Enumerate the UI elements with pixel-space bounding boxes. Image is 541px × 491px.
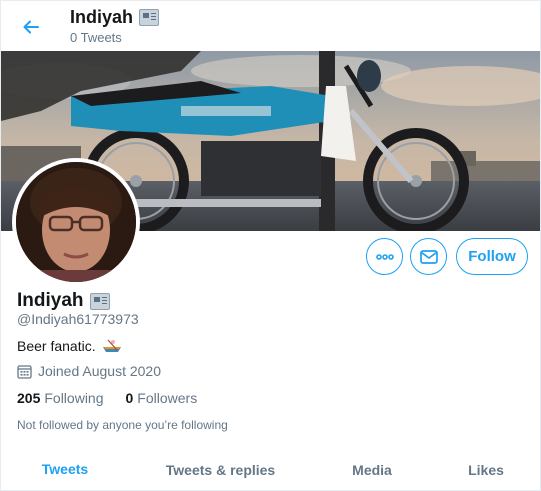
following-count: 205: [17, 390, 41, 406]
not-followed-notice: Not followed by anyone you’re following: [17, 418, 228, 432]
profile-bio: Beer fanatic.: [17, 338, 122, 354]
profile-display-name: Indiyah: [17, 290, 110, 312]
tab-tweets[interactable]: Tweets: [1, 447, 129, 490]
tab-tweets-and-replies[interactable]: Tweets & replies: [129, 447, 312, 490]
message-button[interactable]: [410, 238, 447, 275]
follow-button[interactable]: Follow: [456, 238, 528, 275]
followers-link[interactable]: 0 Followers: [126, 390, 198, 406]
more-options-button[interactable]: [366, 238, 403, 275]
newspaper-emoji-icon: [89, 292, 110, 310]
follow-stats: 205 Following 0 Followers: [17, 390, 197, 406]
profile-header-bar: Indiyah 0 Tweets: [1, 1, 540, 51]
newspaper-emoji-icon: [139, 9, 160, 26]
followers-label: Followers: [137, 390, 198, 406]
profile-avatar[interactable]: [12, 158, 140, 286]
header-display-name: Indiyah: [70, 7, 160, 28]
bio-text: Beer fanatic.: [17, 338, 96, 354]
more-options-icon: [375, 253, 394, 260]
tab-media[interactable]: Media: [312, 447, 432, 490]
tweet-count: 0 Tweets: [70, 30, 122, 45]
profile-handle: @Indiyah61773973: [17, 311, 139, 327]
tab-likes[interactable]: Likes: [432, 447, 540, 490]
rowboat-emoji-icon: [102, 339, 121, 352]
profile-name-text: Indiyah: [17, 290, 84, 311]
followers-count: 0: [125, 390, 134, 406]
back-button[interactable]: [15, 11, 47, 43]
joined-date: Joined August 2020: [17, 363, 161, 379]
calendar-icon: [17, 364, 32, 379]
following-link[interactable]: 205 Following: [17, 390, 104, 406]
back-arrow-icon: [23, 20, 39, 34]
profile-page: Indiyah 0 Tweets Follow Indiyah @Indiyah…: [0, 0, 541, 491]
profile-tabs: Tweets Tweets & replies Media Likes: [1, 447, 540, 490]
avatar-photo: [16, 162, 136, 282]
joined-text: Joined August 2020: [38, 363, 161, 379]
following-label: Following: [44, 390, 104, 406]
envelope-icon: [419, 249, 438, 264]
header-name-text: Indiyah: [70, 7, 134, 27]
